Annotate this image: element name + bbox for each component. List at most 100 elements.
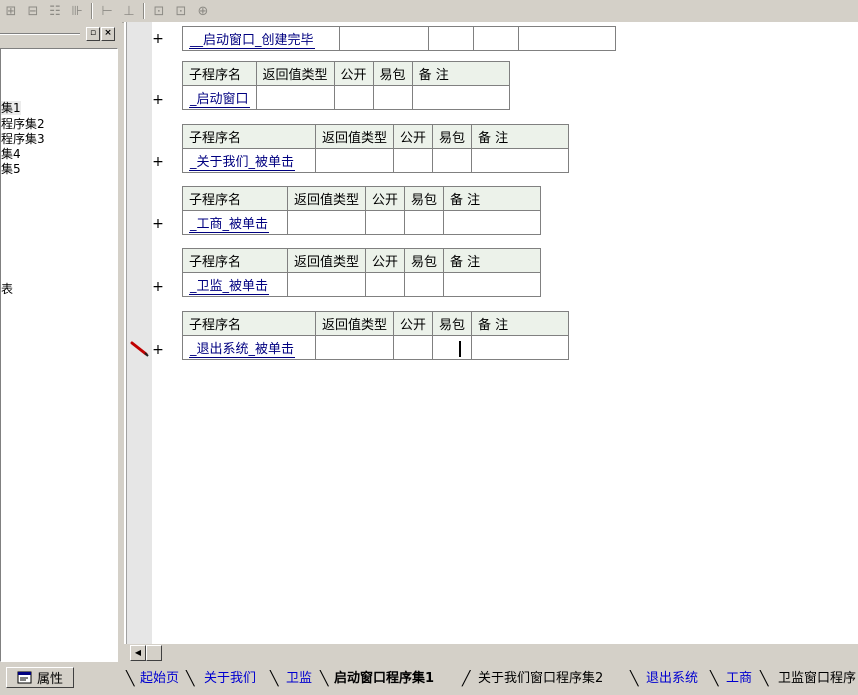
header-name: 子程序名: [182, 186, 288, 211]
sub-table[interactable]: 子程序名 返回值类型 公开 易包 备 注 _关于我们_被单击: [182, 124, 570, 173]
easy-cell[interactable]: [473, 26, 519, 51]
sub-name-cell[interactable]: _卫监_被单击: [182, 272, 288, 297]
sub-name-cell[interactable]: _退出系统_被单击: [182, 335, 316, 360]
tree-item[interactable]: 表: [1, 282, 13, 296]
height-icon[interactable]: ⊥: [118, 2, 140, 20]
return-type-cell[interactable]: [314, 148, 395, 173]
note-cell[interactable]: [411, 85, 510, 110]
header-note: 备 注: [471, 124, 570, 149]
header-public: 公开: [393, 311, 434, 336]
header-name: 子程序名: [182, 311, 316, 336]
public-cell[interactable]: [365, 272, 406, 297]
header-easy: 易包: [372, 61, 413, 86]
public-cell[interactable]: [428, 26, 474, 51]
tree-item[interactable]: 集4: [1, 147, 21, 161]
fit-width-icon[interactable]: ⊡: [148, 2, 170, 20]
header-easy: 易包: [404, 186, 445, 211]
header-public: 公开: [393, 124, 434, 149]
header-note: 备 注: [443, 186, 542, 211]
easy-cell[interactable]: [404, 272, 445, 297]
header-easy: 易包: [432, 311, 473, 336]
sub-name-cell[interactable]: _关于我们_被单击: [182, 148, 316, 173]
expand-plus-icon[interactable]: +: [152, 155, 164, 169]
tab-startup-window-module1[interactable]: 启动窗口程序集1: [334, 669, 434, 689]
expand-plus-icon[interactable]: +: [152, 280, 164, 294]
public-cell[interactable]: [333, 85, 374, 110]
return-type-cell[interactable]: [286, 210, 367, 235]
tree-item[interactable]: 集5: [1, 162, 21, 176]
current-line-pencil-icon: [130, 341, 149, 357]
header-easy: 易包: [404, 248, 445, 273]
header-return-type: 返回值类型: [314, 311, 395, 336]
note-cell[interactable]: [471, 148, 570, 173]
scroll-left-icon[interactable]: ◀: [130, 645, 146, 661]
sub-table[interactable]: 子程序名 返回值类型 公开 易包 备 注 _卫监_被单击: [182, 248, 542, 297]
easy-cell[interactable]: [372, 85, 413, 110]
panel-title-bar: ▫ ×: [0, 26, 118, 42]
header-public: 公开: [365, 248, 406, 273]
sub-name-cell[interactable]: _工商_被单击: [182, 210, 288, 235]
public-cell[interactable]: [393, 335, 434, 360]
return-type-cell[interactable]: [339, 26, 429, 51]
sub-name-cell[interactable]: _启动窗口: [182, 85, 257, 110]
restore-icon[interactable]: ▫: [86, 27, 100, 41]
header-return-type: 返回值类型: [255, 61, 335, 86]
col-insert-icon[interactable]: ⊞: [0, 2, 22, 20]
note-cell[interactable]: [471, 335, 570, 360]
header-note: 备 注: [443, 248, 542, 273]
close-icon[interactable]: ×: [101, 27, 115, 41]
return-type-cell[interactable]: [314, 335, 395, 360]
header-public: 公开: [333, 61, 374, 86]
properties-icon: [17, 671, 32, 683]
expand-plus-icon[interactable]: +: [152, 343, 164, 357]
width-icon[interactable]: ⊢: [96, 2, 118, 20]
fit-all-icon[interactable]: ⊕: [192, 2, 214, 20]
tab-about-us[interactable]: 关于我们: [204, 669, 256, 689]
tree-item[interactable]: 集1: [1, 101, 21, 115]
sub-table[interactable]: __启动窗口_创建完毕: [182, 26, 616, 51]
tab-exit-system[interactable]: 退出系统: [646, 669, 698, 689]
header-easy: 易包: [432, 124, 473, 149]
sub-name: _启动窗口: [189, 92, 250, 108]
note-cell[interactable]: [518, 26, 616, 51]
document-tab-bar: ╲ 起始页 ╲ 关于我们 ╲ 卫监 ╲ 启动窗口程序集1 ╱ 关于我们窗口程序集…: [124, 665, 858, 695]
note-cell[interactable]: [443, 210, 542, 235]
scroll-thumb[interactable]: [146, 645, 162, 661]
tab-gongshang[interactable]: 工商: [726, 669, 752, 689]
merge-icon[interactable]: ☷: [44, 2, 66, 20]
public-cell[interactable]: [393, 148, 434, 173]
sub-table[interactable]: 子程序名 返回值类型 公开 易包 备 注 _退出系统_被单击: [182, 311, 570, 360]
expand-plus-icon[interactable]: +: [152, 32, 164, 46]
horizontal-scrollbar[interactable]: ◀: [124, 644, 858, 662]
sub-table[interactable]: 子程序名 返回值类型 公开 易包 备 注 _工商_被单击: [182, 186, 542, 235]
sub-name-cell[interactable]: __启动窗口_创建完毕: [182, 26, 340, 51]
easy-cell[interactable]: [432, 335, 473, 360]
expand-plus-icon[interactable]: +: [152, 217, 164, 231]
sub-name: _工商_被单击: [189, 217, 270, 233]
tab-weijian-window[interactable]: 卫监窗口程序: [778, 669, 856, 689]
return-type-cell[interactable]: [286, 272, 367, 297]
easy-cell[interactable]: [404, 210, 445, 235]
expand-plus-icon[interactable]: +: [152, 93, 164, 107]
tab-start-page[interactable]: 起始页: [140, 669, 179, 689]
tab-weijian[interactable]: 卫监: [286, 669, 312, 689]
tree-item[interactable]: 程序集3: [1, 132, 45, 146]
program-tree[interactable]: 集1 程序集2 程序集3 集4 集5 表: [0, 48, 118, 662]
header-return-type: 返回值类型: [314, 124, 395, 149]
tree-item[interactable]: 程序集2: [1, 117, 45, 131]
header-name: 子程序名: [182, 248, 288, 273]
header-name: 子程序名: [182, 124, 316, 149]
sub-table[interactable]: 子程序名 返回值类型 公开 易包 备 注 _启动窗口: [182, 61, 510, 110]
header-name: 子程序名: [182, 61, 257, 86]
easy-cell[interactable]: [432, 148, 473, 173]
tab-about-window-module2[interactable]: 关于我们窗口程序集2: [478, 669, 603, 689]
sub-name: __启动窗口_创建完毕: [189, 33, 315, 49]
text-caret: [459, 341, 461, 357]
public-cell[interactable]: [365, 210, 406, 235]
note-cell[interactable]: [443, 272, 542, 297]
split-icon[interactable]: ⊪: [66, 2, 88, 20]
return-type-cell[interactable]: [255, 85, 335, 110]
row-insert-icon[interactable]: ⊟: [22, 2, 44, 20]
fit-height-icon[interactable]: ⊡: [170, 2, 192, 20]
properties-button[interactable]: 属性: [6, 667, 74, 688]
